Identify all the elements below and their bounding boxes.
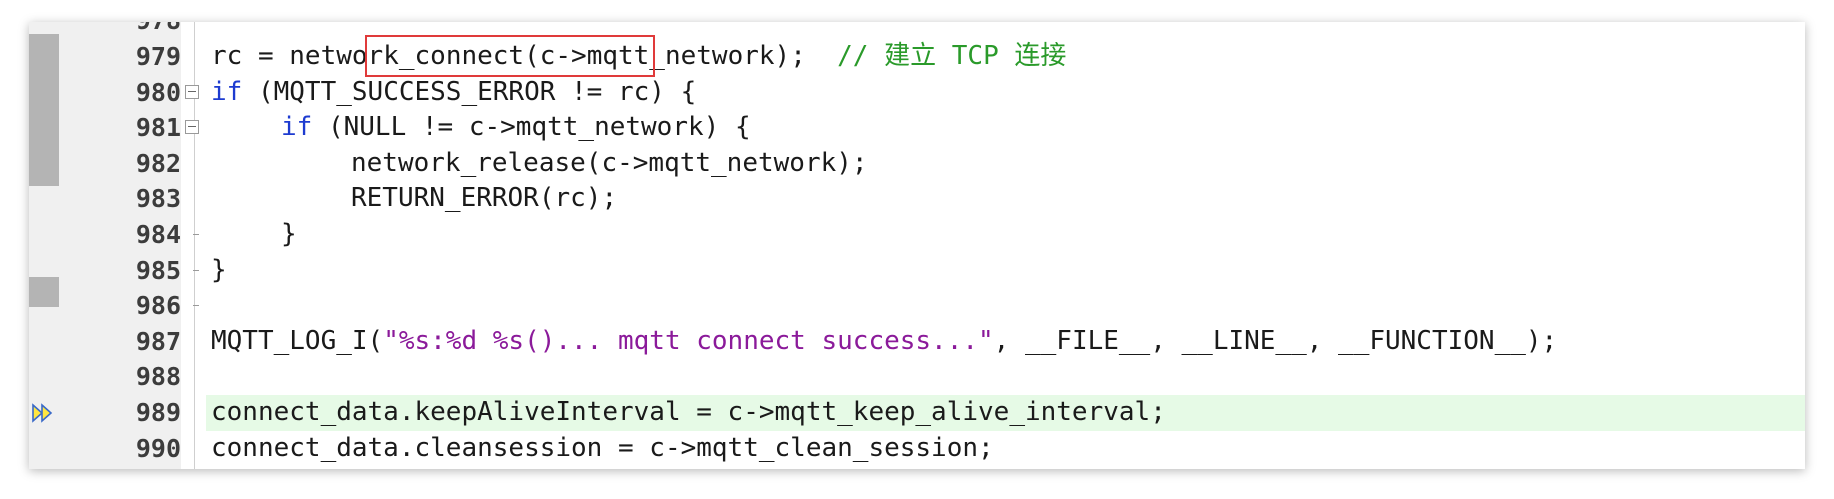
code-editor[interactable]: 978 979 rc = network_connect(c->mqtt_net… <box>29 22 1805 469</box>
fold-line <box>193 305 199 307</box>
line-number: 985 <box>135 255 181 285</box>
code-line[interactable]: 982 network_release(c->mqtt_network); <box>29 146 1805 182</box>
code-comment: // 建立 TCP 连接 <box>837 41 1067 71</box>
code-line[interactable]: 987 MQTT_LOG_I("%s:%d %s()... mqtt conne… <box>29 324 1805 360</box>
line-number: 983 <box>135 184 181 214</box>
line-number: 986 <box>135 291 181 321</box>
line-number: 990 <box>135 433 181 463</box>
line-number: 989 <box>135 398 181 427</box>
highlight-box <box>365 35 655 77</box>
code-line[interactable]: 981 if (NULL != c->mqtt_network) { <box>29 110 1805 146</box>
fold-collapse-icon[interactable] <box>185 84 199 99</box>
code-line[interactable]: 985 } <box>29 253 1805 289</box>
code-line[interactable]: 983 RETURN_ERROR(rc); <box>29 181 1805 217</box>
code-line[interactable]: 978 <box>29 22 1805 39</box>
code-text: RETURN_ERROR(rc); <box>351 183 618 214</box>
fold-line <box>193 269 199 271</box>
code-text: } <box>211 254 227 285</box>
keyword: if <box>281 112 313 143</box>
code-text: connect_data.cleansession = c->mqtt_clea… <box>211 432 994 463</box>
string-literal: "%s:%d %s()... mqtt connect success..." <box>383 325 994 356</box>
line-number: 984 <box>135 220 181 249</box>
code-text: connect_data.keepAliveInterval = c->mqtt… <box>211 397 1166 427</box>
line-number: 979 <box>135 42 181 71</box>
line-number: 988 <box>135 362 181 392</box>
code-line[interactable]: 984 } <box>29 217 1805 253</box>
keyword: if <box>211 76 243 107</box>
code-text: if (NULL != c->mqtt_network) { <box>281 112 751 143</box>
code-line[interactable]: 990 connect_data.cleansession = c->mqtt_… <box>29 431 1805 467</box>
code-text: if (MQTT_SUCCESS_ERROR != rc) { <box>211 76 697 107</box>
code-line[interactable]: 986 <box>29 288 1805 324</box>
code-text: network_release(c->mqtt_network); <box>351 147 868 178</box>
line-number: 982 <box>135 148 181 178</box>
code-text: MQTT_LOG_I("%s:%d %s()... mqtt connect s… <box>211 325 1558 356</box>
fold-line <box>193 234 199 235</box>
code-text: } <box>281 219 297 249</box>
code-line[interactable]: 979 rc = network_connect(c->mqtt_network… <box>29 39 1805 75</box>
line-number: 980 <box>135 77 181 107</box>
line-number: 987 <box>135 326 181 356</box>
code-line[interactable]: 988 <box>29 359 1805 395</box>
fold-collapse-icon[interactable] <box>185 120 199 135</box>
code-line[interactable]: 980 if (MQTT_SUCCESS_ERROR != rc) { <box>29 75 1805 111</box>
line-number: 981 <box>135 113 181 143</box>
line-number: 978 <box>59 22 181 39</box>
current-code-line[interactable]: 989 connect_data.keepAliveInterval = c->… <box>29 395 1805 431</box>
execution-arrow-icon <box>32 403 53 423</box>
